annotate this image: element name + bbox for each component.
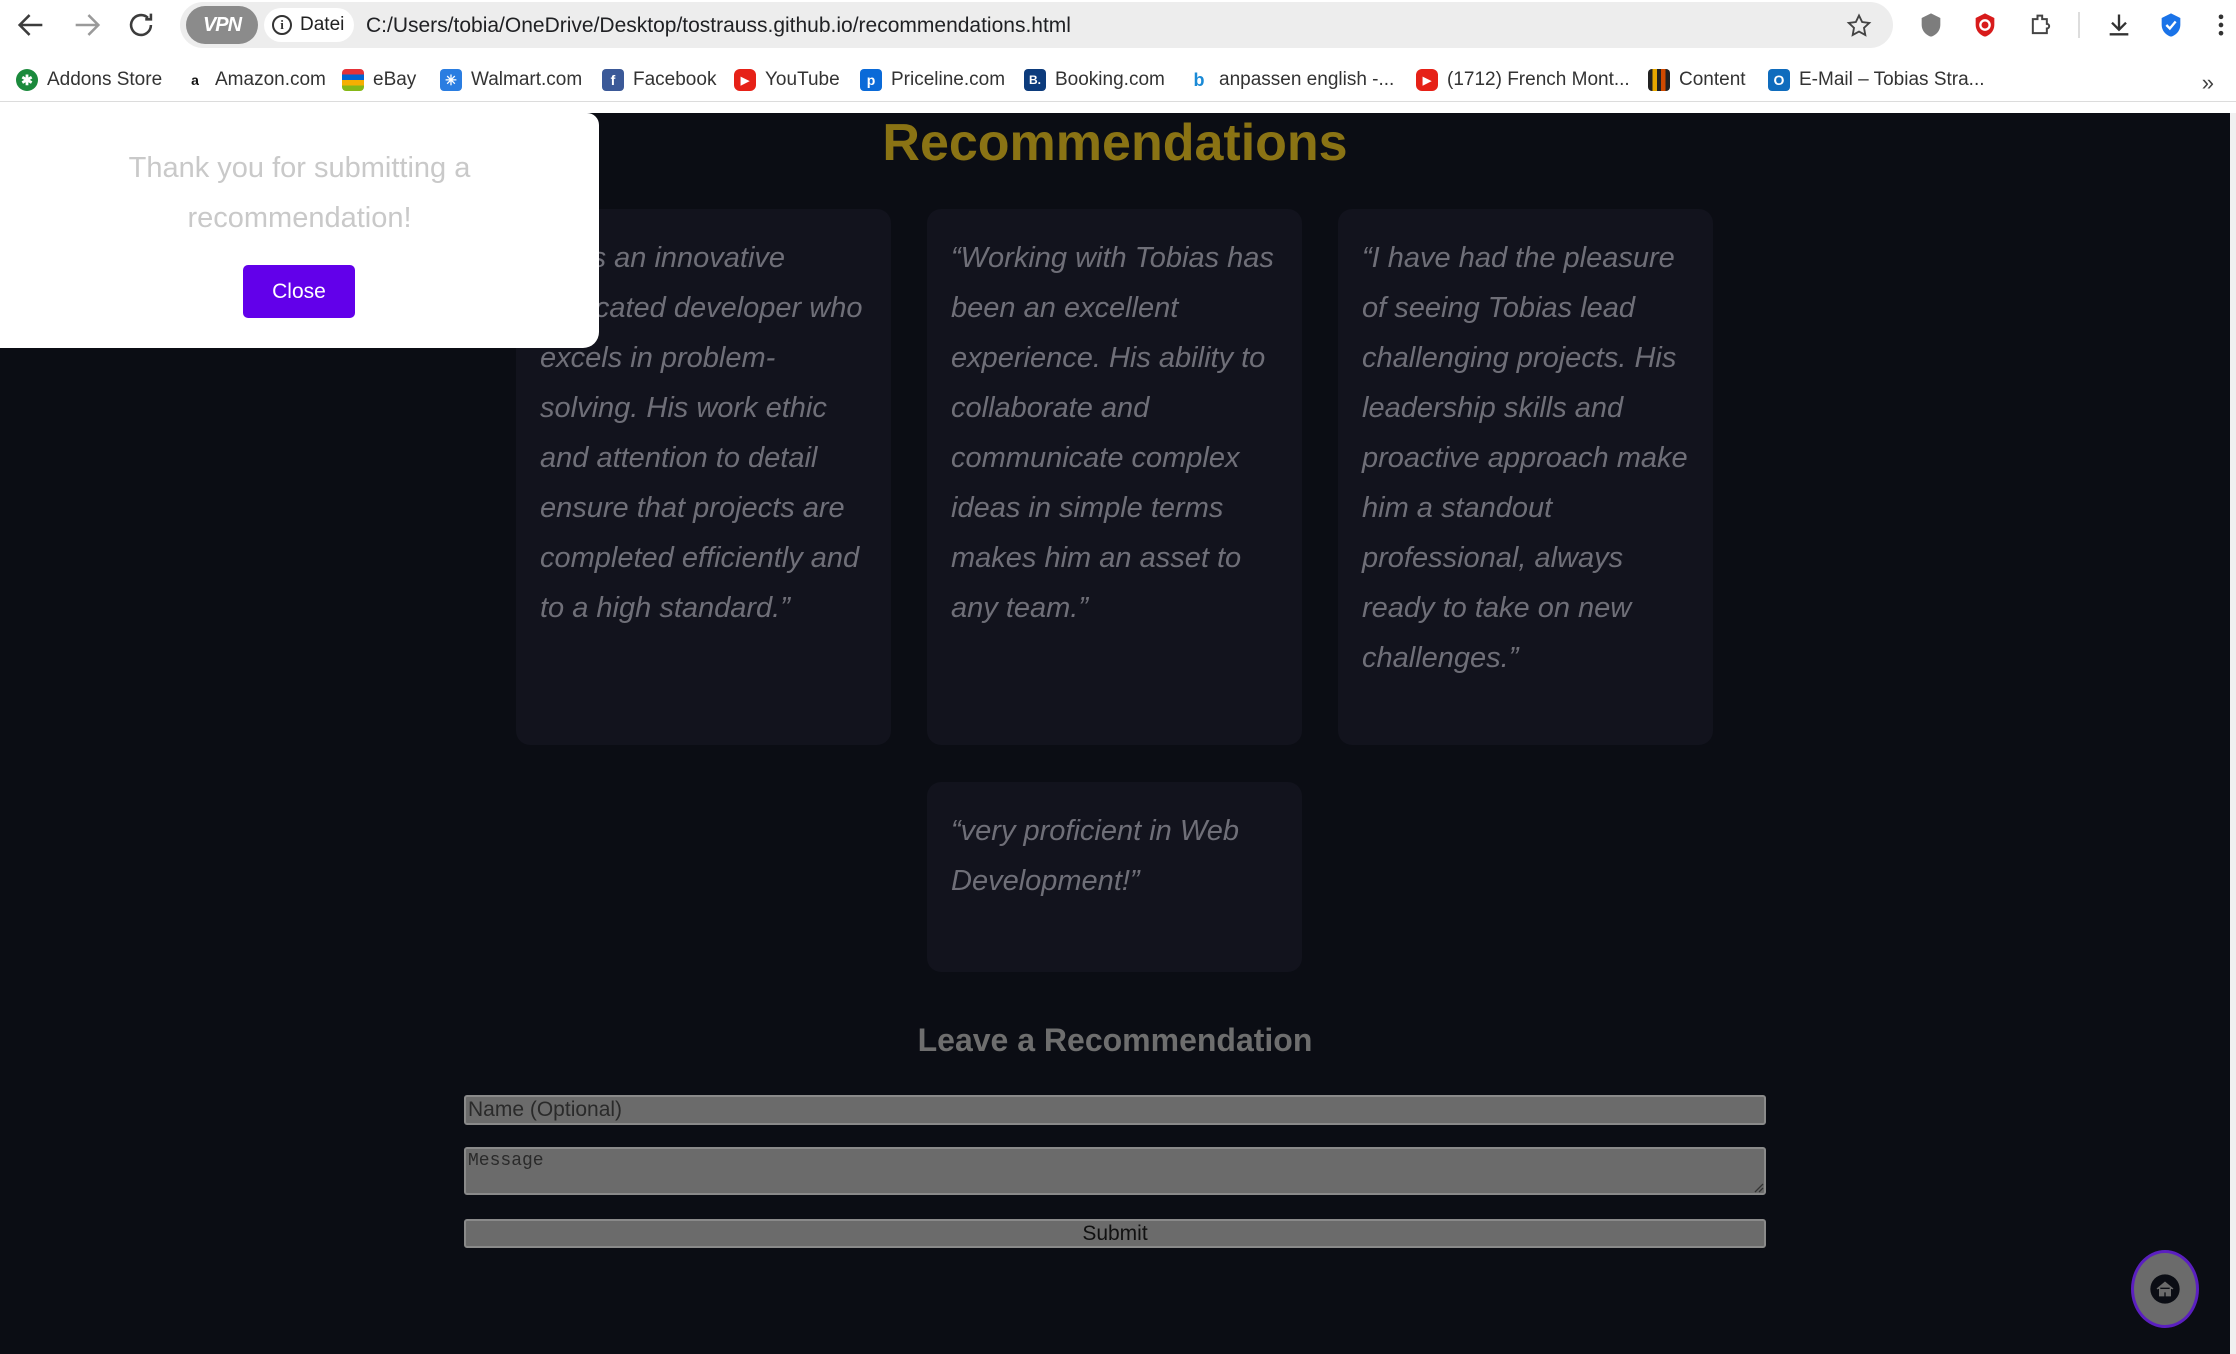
bookmark-item[interactable]: f Facebook — [602, 66, 716, 94]
walmart-icon: ✳ — [440, 69, 462, 91]
recommendation-text: “very proficient in Web Development!” — [951, 815, 1239, 897]
site-info-button[interactable]: i Datei — [264, 8, 354, 42]
bookmark-item[interactable]: B. Booking.com — [1024, 66, 1165, 94]
home-icon — [2150, 1274, 2180, 1304]
outlook-icon: O — [1768, 69, 1790, 91]
youtube-icon: ▶ — [1416, 69, 1438, 91]
bookmark-item[interactable]: ✳ Walmart.com — [440, 66, 582, 94]
address-bar[interactable]: VPN i Datei C:/Users/tobia/OneDrive/Desk… — [180, 2, 1893, 48]
facebook-icon: f — [602, 69, 624, 91]
amazon-icon: a — [184, 69, 206, 91]
bookmark-item[interactable]: ▶ YouTube — [734, 66, 840, 94]
reload-icon[interactable] — [124, 8, 158, 42]
content-icon — [1648, 69, 1670, 91]
recommendation-card: “very proficient in Web Development!” — [927, 782, 1302, 972]
bookmark-item[interactable]: eBay — [342, 66, 416, 94]
bookmark-item[interactable]: b anpassen english -... — [1188, 66, 1394, 94]
message-textarea[interactable] — [464, 1147, 1766, 1195]
bookmark-item[interactable]: Content — [1648, 66, 1746, 94]
bookmarks-bar: ✱ Addons Store a Amazon.com eBay ✳ Walma… — [0, 58, 2236, 102]
confirmation-modal: Thank you for submitting a recommendatio… — [0, 113, 599, 348]
extension-shield-icon[interactable] — [1916, 10, 1946, 40]
recommendation-text: “Working with Tobias has been an excelle… — [951, 242, 1274, 624]
form-heading: Leave a Recommendation — [917, 1022, 1313, 1058]
priceline-icon: p — [860, 69, 882, 91]
bookmark-item[interactable]: a Amazon.com — [184, 66, 326, 94]
browser-menu-icon[interactable] — [2206, 10, 2236, 40]
site-info-label: Datei — [300, 14, 345, 35]
forward-icon[interactable] — [70, 8, 104, 42]
home-button[interactable] — [2131, 1250, 2199, 1328]
extensions-puzzle-icon[interactable] — [2026, 10, 2056, 40]
bing-icon: b — [1188, 69, 1210, 91]
vpn-button[interactable]: VPN — [186, 6, 258, 44]
bookmark-item[interactable]: p Priceline.com — [860, 66, 1005, 94]
bookmark-star-icon[interactable] — [1845, 12, 1873, 40]
adblock-extension-icon[interactable] — [1970, 10, 2000, 40]
close-button[interactable]: Close — [243, 265, 355, 318]
downloads-icon[interactable] — [2104, 10, 2134, 40]
recommendation-text: “I have had the pleasure of seeing Tobia… — [1362, 242, 1688, 674]
browser-toolbar: VPN i Datei C:/Users/tobia/OneDrive/Desk… — [0, 0, 2236, 50]
resize-grip-icon[interactable] — [1752, 1181, 1764, 1193]
back-icon[interactable] — [14, 8, 48, 42]
submit-button[interactable]: Submit — [464, 1219, 1766, 1248]
password-manager-icon[interactable] — [2156, 10, 2186, 40]
booking-icon: B. — [1024, 69, 1046, 91]
addons-store-icon: ✱ — [16, 69, 38, 91]
url-text[interactable]: C:/Users/tobia/OneDrive/Desktop/tostraus… — [366, 14, 1071, 38]
bookmark-item[interactable]: ✱ Addons Store — [16, 66, 162, 94]
ebay-icon — [342, 69, 364, 91]
page-scrollbar[interactable] — [2230, 113, 2236, 1354]
bookmark-item[interactable]: ▶ (1712) French Mont... — [1416, 66, 1630, 94]
recommendation-card: “I have had the pleasure of seeing Tobia… — [1338, 209, 1713, 745]
info-icon: i — [272, 15, 292, 35]
more-bookmarks-icon[interactable]: » — [2202, 70, 2214, 96]
bookmark-item[interactable]: O E-Mail – Tobias Stra... — [1768, 66, 1985, 94]
name-input[interactable] — [464, 1095, 1766, 1125]
modal-message: Thank you for submitting a recommendatio… — [128, 152, 471, 234]
toolbar-separator — [2078, 12, 2080, 38]
recommendation-card: “Working with Tobias has been an excelle… — [927, 209, 1302, 745]
youtube-icon: ▶ — [734, 69, 756, 91]
